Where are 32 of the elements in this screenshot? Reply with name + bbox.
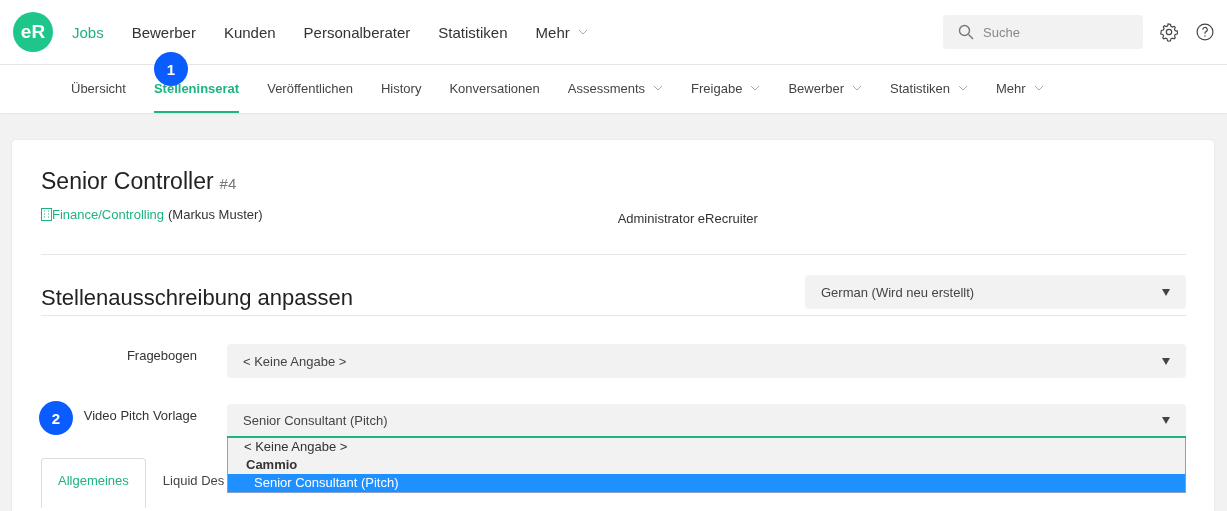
section-title: Stellenausschreibung anpassen: [41, 285, 353, 311]
job-title: Senior Controller: [41, 168, 214, 195]
nav-link[interactable]: Kunden: [223, 23, 276, 41]
nav-link[interactable]: Statistiken: [438, 23, 508, 41]
subnav-tab[interactable]: Konversationen: [449, 65, 540, 113]
nav-link[interactable]: Personalberater: [303, 23, 411, 41]
nav-link[interactable]: Mehr: [535, 23, 588, 41]
subnav-tab[interactable]: Freigabe: [691, 65, 761, 113]
admin-name: Administrator eRecruiter: [617, 211, 758, 226]
dropdown-select[interactable]: Senior Consultant (Pitch): [227, 404, 1186, 438]
field-label: Video Pitch Vorlage: [83, 408, 197, 425]
building-icon: [41, 208, 52, 221]
subnav-tab[interactable]: Assessments: [567, 65, 664, 113]
field-label: Fragebogen: [126, 348, 197, 365]
search-field[interactable]: Suche: [943, 15, 1143, 49]
subnav-tab[interactable]: Statistiken: [890, 65, 968, 113]
dropdown-select[interactable]: < Keine Angabe >: [227, 344, 1186, 378]
step-badge: 2: [39, 401, 73, 435]
option-group-label: Cammio: [245, 456, 299, 474]
contact-name: (Markus Muster): [168, 207, 263, 222]
job-number: #4: [219, 175, 237, 192]
settings-icon[interactable]: [1159, 22, 1179, 42]
help-icon[interactable]: [1195, 22, 1215, 42]
subnav-tab[interactable]: Veröffentlichen: [267, 65, 353, 113]
language-select[interactable]: German (Wird neu erstellt): [805, 275, 1186, 309]
subnav-tab[interactable]: Übersicht: [71, 65, 126, 113]
subnav-tab[interactable]: Mehr: [996, 65, 1044, 113]
nav-link[interactable]: Bewerber: [131, 23, 196, 41]
subnav-tab[interactable]: History: [380, 65, 422, 113]
search-icon: [958, 24, 974, 40]
dropdown-option[interactable]: < Keine Angabe >: [228, 438, 1185, 456]
subnav-tab[interactable]: Bewerber: [788, 65, 863, 113]
